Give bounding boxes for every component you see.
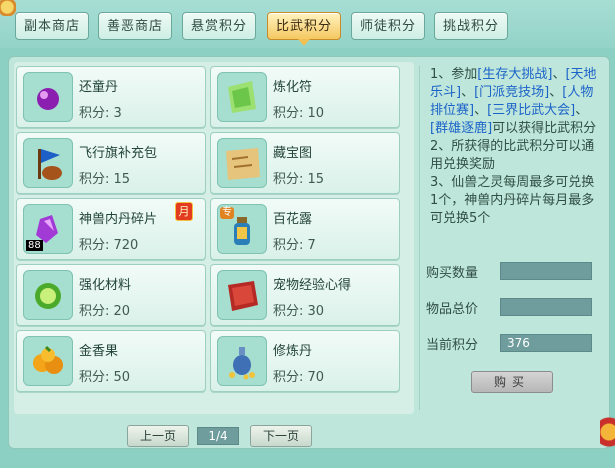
- column-divider: [419, 66, 420, 410]
- quantity-label: 购买数量: [426, 266, 479, 281]
- item-card[interactable]: 炼化符 积分: 10: [210, 66, 400, 128]
- total-price-label: 物品总价: [426, 302, 479, 317]
- item-card[interactable]: 还童丹 积分: 3: [16, 66, 206, 128]
- tab-mentor-points[interactable]: 师徒积分: [351, 12, 425, 40]
- quantity-label: 88: [26, 240, 43, 251]
- prev-page-button[interactable]: 上一页: [127, 425, 189, 447]
- quantity-input[interactable]: [500, 262, 592, 280]
- item-name: 炼化符: [273, 80, 313, 95]
- item-name: 宠物经验心得: [273, 278, 352, 293]
- next-page-button[interactable]: 下一页: [250, 425, 312, 447]
- rule-3: 3、仙兽之灵每周最多可兑换1个，神兽内丹碎片每月最多可兑换5个: [430, 175, 595, 226]
- event-link: [生存大挑战]: [477, 67, 553, 82]
- corner-ornament: [600, 408, 615, 468]
- buy-button[interactable]: 购买: [471, 371, 553, 393]
- golden-fruit-icon: [23, 336, 73, 386]
- tab-bounty-points[interactable]: 悬赏积分: [182, 12, 256, 40]
- red-book-icon: [217, 270, 267, 320]
- flag-pack-icon: [23, 138, 73, 188]
- item-card[interactable]: 88 神兽内丹碎片 积分: 720 月: [16, 198, 206, 260]
- item-name: 藏宝图: [273, 146, 313, 161]
- item-name: 强化材料: [79, 278, 132, 293]
- item-score: 积分: 70: [273, 370, 325, 385]
- item-card[interactable]: 强化材料 积分: 20: [16, 264, 206, 326]
- crystal-shard-icon: 88: [23, 204, 73, 254]
- item-card[interactable]: 宠物经验心得 积分: 30: [210, 264, 400, 326]
- tab-arena-points[interactable]: 比武积分: [267, 12, 341, 46]
- tab-dungeon-shop[interactable]: 副本商店: [15, 12, 89, 40]
- green-orb-icon: [23, 270, 73, 320]
- vase-pills-icon: [217, 336, 267, 386]
- treasure-map-icon: [217, 138, 267, 188]
- event-link: [门派竞技场]: [474, 85, 550, 100]
- tab-karma-shop[interactable]: 善恶商店: [98, 12, 172, 40]
- item-name: 飞行旗补充包: [79, 146, 158, 161]
- event-link: [群雄逐鹿]: [430, 121, 493, 136]
- rules-description: 1、参加[生存大挑战]、[天地乐斗]、[门派竞技场]、[人物排位赛]、[三界比武…: [430, 67, 597, 226]
- total-price-field: [500, 298, 592, 316]
- item-score: 积分: 10: [273, 106, 325, 121]
- item-score: 积分: 720: [79, 238, 139, 253]
- item-score: 积分: 3: [79, 106, 122, 121]
- item-score: 积分: 15: [79, 172, 131, 187]
- event-link: [三界比武大会]: [487, 103, 576, 118]
- corner-ornament: [0, 0, 16, 16]
- item-score: 积分: 15: [273, 172, 325, 187]
- rule-2: 2、所获得的比武积分可以通用兑换奖励: [430, 139, 595, 172]
- item-name: 还童丹: [79, 80, 119, 95]
- rule-1-prefix: 1、参加: [430, 67, 478, 82]
- exclusive-tag: 专: [220, 207, 234, 219]
- item-card[interactable]: 金香果 积分: 50: [16, 330, 206, 392]
- monthly-limit-badge: 月: [175, 202, 193, 221]
- rule-1-suffix: 可以获得比武积分: [492, 121, 597, 136]
- item-name: 百花露: [273, 212, 313, 227]
- item-score: 积分: 30: [273, 304, 325, 319]
- tab-challenge-points[interactable]: 挑战积分: [434, 12, 508, 40]
- item-card[interactable]: 专 百花露 积分: 7: [210, 198, 400, 260]
- page-indicator: 1/4: [197, 427, 239, 445]
- item-score: 积分: 7: [273, 238, 316, 253]
- item-card[interactable]: 飞行旗补充包 积分: 15: [16, 132, 206, 194]
- talisman-icon: [217, 72, 267, 122]
- current-points-value: 376: [500, 334, 592, 352]
- item-name: 修炼丹: [273, 344, 313, 359]
- item-score: 积分: 50: [79, 370, 131, 385]
- purple-pill-icon: [23, 72, 73, 122]
- current-points-label: 当前积分: [426, 338, 479, 353]
- item-name: 神兽内丹碎片: [79, 212, 158, 227]
- item-card[interactable]: 修炼丹 积分: 70: [210, 330, 400, 392]
- potion-bottle-icon: 专: [217, 204, 267, 254]
- item-card[interactable]: 藏宝图 积分: 15: [210, 132, 400, 194]
- item-name: 金香果: [79, 344, 119, 359]
- item-score: 积分: 20: [79, 304, 131, 319]
